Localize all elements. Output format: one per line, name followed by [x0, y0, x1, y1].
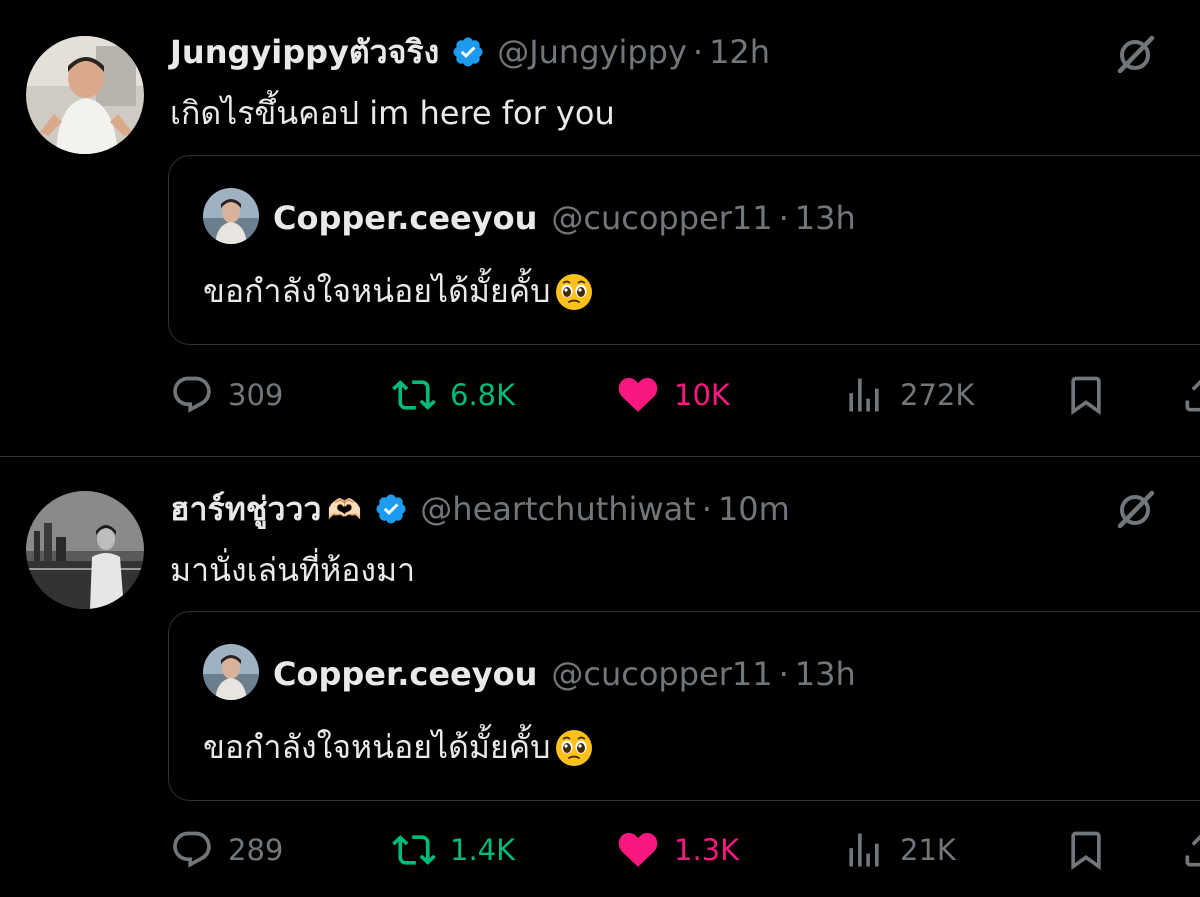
- bookmark-button[interactable]: [1064, 370, 1108, 420]
- separator: ·: [692, 33, 704, 71]
- quoted-avatar[interactable]: [203, 188, 259, 244]
- retweet-icon: [392, 380, 436, 410]
- quoted-timestamp[interactable]: 13h: [795, 655, 856, 693]
- timestamp[interactable]: 10m: [718, 490, 790, 528]
- retweet-count: 6.8K: [450, 378, 516, 412]
- quoted-header: Copper.ceeyou @cucopper11 · 13h: [273, 196, 856, 240]
- tweet-header: ฮาร์ทชู่ววว 🫶🏻 @heartchuthiwat · 10m: [170, 487, 790, 531]
- author-handle[interactable]: @heartchuthiwat: [420, 490, 695, 528]
- retweet-count: 1.4K: [450, 833, 516, 867]
- bookmark-icon: [1071, 831, 1101, 871]
- share-icon: [1185, 379, 1200, 412]
- quoted-author-handle[interactable]: @cucopper11: [551, 199, 772, 237]
- reply-count: 289: [228, 833, 284, 867]
- quoted-header: Copper.ceeyou @cucopper11 · 13h: [273, 652, 856, 696]
- views-icon: [849, 833, 879, 867]
- author-name[interactable]: ฮาร์ทชู่ววว: [170, 484, 321, 535]
- grok-slash-icon[interactable]: [1114, 32, 1158, 76]
- views-count: 21K: [900, 833, 956, 867]
- separator: ·: [778, 199, 789, 237]
- quoted-author-name[interactable]: Copper.ceeyou: [273, 655, 537, 693]
- reply-count: 309: [228, 378, 284, 412]
- tweet-text: มานั่งเล่นที่ห้องมา: [170, 551, 416, 589]
- views-button[interactable]: 21K: [842, 825, 956, 875]
- like-count: 1.3K: [674, 833, 740, 867]
- share-button[interactable]: [1180, 370, 1200, 420]
- reply-icon: [173, 376, 211, 413]
- quoted-text-row: ขอกำลังใจหน่อยได้มั้ยคั้บ: [203, 266, 594, 317]
- quoted-author-name[interactable]: Copper.ceeyou: [273, 199, 537, 237]
- share-icon: [1185, 834, 1200, 867]
- pleading-face-emoji: [556, 273, 593, 310]
- author-name[interactable]: Jungyippyตัวจริง: [170, 27, 439, 78]
- quoted-tweet[interactable]: Copper.ceeyou @cucopper11 · 13h ขอกำลังใ…: [168, 611, 1200, 801]
- avatar[interactable]: [26, 36, 144, 154]
- tweet-header: Jungyippyตัวจริง @Jungyippy · 12h: [170, 30, 770, 74]
- tweet-actions: 309 6.8K 10K 272K: [0, 370, 1200, 420]
- views-button[interactable]: 272K: [842, 370, 974, 420]
- share-button[interactable]: [1180, 825, 1200, 875]
- quoted-text: ขอกำลังใจหน่อยได้มั้ยคั้บ: [203, 272, 551, 310]
- avatar[interactable]: [26, 491, 144, 609]
- views-count: 272K: [900, 378, 975, 412]
- verified-badge-icon: [376, 494, 406, 524]
- heart-icon: [618, 832, 658, 867]
- author-handle[interactable]: @Jungyippy: [497, 33, 687, 71]
- like-button[interactable]: 1.3K: [616, 825, 739, 875]
- bookmark-button[interactable]: [1064, 825, 1108, 875]
- reply-button[interactable]: 289: [170, 825, 283, 875]
- retweet-button[interactable]: 6.8K: [392, 370, 515, 420]
- quoted-text-row: ขอกำลังใจหน่อยได้มั้ยคั้บ: [203, 722, 594, 773]
- heart-hands-emoji: 🫶🏻: [327, 492, 363, 526]
- tweet-actions: 289 1.4K 1.3K 21K: [0, 825, 1200, 875]
- quoted-author-handle[interactable]: @cucopper11: [551, 655, 772, 693]
- quoted-tweet[interactable]: Copper.ceeyou @cucopper11 · 13h ขอกำลังใ…: [168, 155, 1200, 345]
- quoted-avatar[interactable]: [203, 644, 259, 700]
- reply-button[interactable]: 309: [170, 370, 283, 420]
- tweet[interactable]: Jungyippyตัวจริง @Jungyippy · 12h เกิดไร…: [0, 0, 1200, 456]
- reply-icon: [173, 831, 211, 868]
- like-button[interactable]: 10K: [616, 370, 730, 420]
- heart-icon: [618, 377, 658, 412]
- separator: ·: [778, 655, 789, 693]
- quoted-timestamp[interactable]: 13h: [795, 199, 856, 237]
- separator: ·: [701, 490, 712, 528]
- tweet-text: เกิดไรขึ้นคอป im here for you: [170, 94, 615, 132]
- timestamp[interactable]: 12h: [709, 33, 770, 71]
- retweet-button[interactable]: 1.4K: [392, 825, 515, 875]
- like-count: 10K: [674, 378, 730, 412]
- quoted-text: ขอกำลังใจหน่อยได้มั้ยคั้บ: [203, 728, 551, 766]
- verified-badge-icon: [453, 37, 483, 67]
- pleading-face-emoji: [556, 729, 593, 766]
- grok-slash-icon[interactable]: [1114, 487, 1158, 531]
- tweet[interactable]: ฮาร์ทชู่ววว 🫶🏻 @heartchuthiwat · 10m มาน…: [0, 457, 1200, 897]
- retweet-icon: [392, 835, 436, 865]
- bookmark-icon: [1071, 376, 1101, 416]
- views-icon: [849, 378, 879, 412]
